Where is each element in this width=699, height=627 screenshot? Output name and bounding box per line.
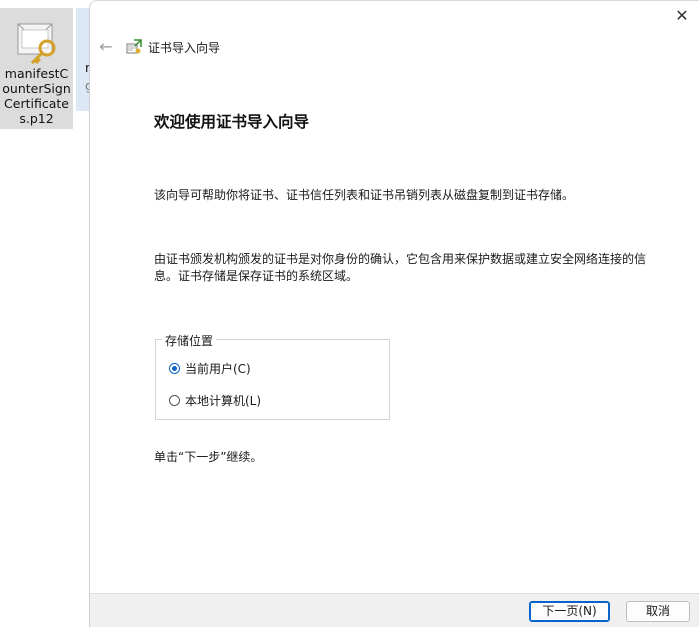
wizard-title: 证书导入向导 (148, 41, 221, 55)
radio-label-current-user: 当前用户(C) (185, 361, 251, 376)
close-icon: ✕ (675, 6, 689, 25)
certificate-wizard-icon (126, 39, 142, 54)
next-button[interactable]: 下一页(N) (529, 601, 610, 622)
certificate-store-description: 由证书颁发机构颁发的证书是对你身份的确认，它包含用来保护数据或建立安全网络连接的… (154, 252, 647, 283)
radio-label-local-machine: 本地计算机(L) (185, 393, 262, 408)
file-name-label: manifestCounterSignCertificates.p12 (2, 66, 71, 126)
wizard-description: 该向导可帮助你将证书、证书信任列表和证书吊销列表从磁盘复制到证书存储。 (154, 188, 575, 202)
desktop-file-partial[interactable]: n g (76, 8, 90, 111)
page-title: 欢迎使用证书导入向导 (154, 113, 310, 131)
dialog-footer: 下一页(N) 取消 (90, 593, 699, 627)
continue-instruction: 单击“下一步”继续。 (154, 450, 263, 464)
back-button[interactable]: ← (96, 38, 116, 56)
radio-button-unselected[interactable] (169, 394, 180, 406)
store-location-legend: 存储位置 (162, 332, 217, 349)
radio-current-user[interactable]: 当前用户(C) (169, 360, 251, 376)
certificate-import-wizard-dialog: ✕ ← 证书导入向导 欢迎使用证书导入向导 该向导可帮助你将证书、证书信任列表和… (89, 0, 699, 627)
store-location-group: 存储位置 当前用户(C) 本地计算机(L) (155, 332, 390, 420)
close-button[interactable]: ✕ (671, 5, 693, 27)
certificate-file-icon (17, 23, 56, 64)
back-arrow-icon: ← (99, 37, 113, 56)
desktop-file-p12[interactable]: manifestCounterSignCertificates.p12 (0, 8, 73, 129)
radio-button-selected[interactable] (169, 362, 180, 374)
cancel-button[interactable]: 取消 (626, 601, 690, 622)
radio-local-machine[interactable]: 本地计算机(L) (169, 392, 261, 408)
